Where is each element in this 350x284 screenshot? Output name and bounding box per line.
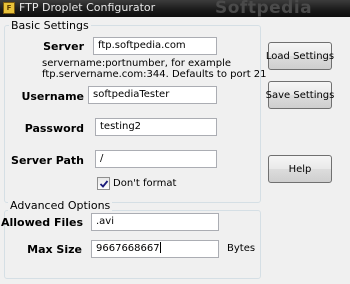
help-button[interactable]: Help — [268, 155, 332, 183]
dont-format-label[interactable]: Don't format — [113, 178, 176, 189]
configurator-window: F FTP Droplet Configurator Softpedia Bas… — [0, 0, 350, 284]
advanced-options-legend: Advanced Options — [8, 199, 113, 212]
max-size-unit: Bytes — [227, 243, 256, 254]
username-input[interactable]: softpediaTester — [88, 86, 217, 104]
app-icon: F — [3, 2, 15, 14]
server-input[interactable]: ftp.softpedia.com — [93, 37, 217, 55]
server-hint-line2: ftp.servername.com:344. Defaults to port… — [42, 69, 267, 80]
username-label: Username — [21, 90, 84, 103]
text-cursor — [159, 242, 161, 253]
checkmark-icon — [99, 180, 109, 188]
window-title: FTP Droplet Configurator — [19, 1, 156, 14]
max-size-label: Max Size — [27, 243, 82, 256]
client-area: Basic Settings Server ftp.softpedia.com … — [1, 17, 349, 284]
password-input[interactable]: testing2 — [95, 118, 217, 136]
allowed-files-input[interactable]: .avi — [91, 213, 219, 231]
allowed-files-label: Allowed Files — [1, 216, 84, 229]
max-size-input[interactable]: 9667668667 — [91, 240, 219, 258]
basic-settings-legend: Basic Settings — [9, 19, 91, 32]
save-settings-button[interactable]: Save Settings — [266, 81, 334, 109]
watermark-logo: Softpedia — [215, 0, 313, 17]
title-bar[interactable]: F FTP Droplet Configurator Softpedia — [0, 0, 350, 17]
server-path-label: Server Path — [11, 154, 84, 167]
dont-format-checkbox[interactable] — [97, 177, 110, 190]
server-label: Server — [43, 40, 84, 53]
load-settings-button[interactable]: Load Settings — [266, 42, 334, 70]
password-label: Password — [24, 122, 84, 135]
server-path-input[interactable]: / — [95, 150, 217, 168]
